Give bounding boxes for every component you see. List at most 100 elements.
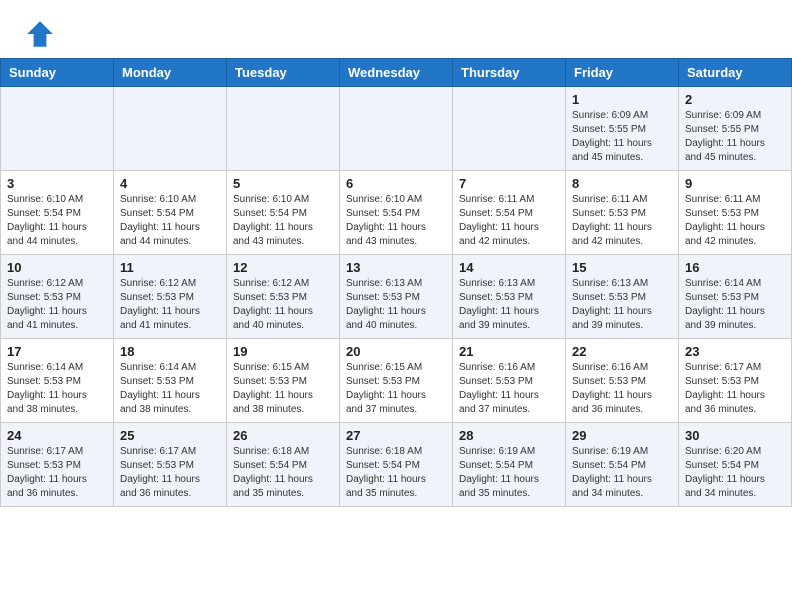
day-number: 9 <box>685 176 785 191</box>
day-number: 17 <box>7 344 107 359</box>
day-number: 14 <box>459 260 559 275</box>
page-header <box>0 0 792 58</box>
day-of-week-header: Tuesday <box>227 59 340 87</box>
day-number: 21 <box>459 344 559 359</box>
calendar-day-cell: 25 Sunrise: 6:17 AM Sunset: 5:53 PM Dayli… <box>114 423 227 507</box>
day-number: 1 <box>572 92 672 107</box>
day-info: Sunrise: 6:18 AM Sunset: 5:54 PM Dayligh… <box>346 445 446 501</box>
calendar-day-cell: 11 Sunrise: 6:12 AM Sunset: 5:53 PM Dayli… <box>114 255 227 339</box>
day-info: Sunrise: 6:19 AM Sunset: 5:54 PM Dayligh… <box>459 445 559 501</box>
day-of-week-header: Friday <box>566 59 679 87</box>
calendar-day-cell: 12Sunrise: 6:12 AM Sunset: 5:53 PM Dayli… <box>227 255 340 339</box>
calendar-day-cell: 16 Sunrise: 6:14 AM Sunset: 5:53 PM Dayli… <box>679 255 792 339</box>
calendar-day-cell <box>114 87 227 171</box>
calendar-day-cell: 7 Sunrise: 6:11 AM Sunset: 5:54 PM Daylig… <box>453 171 566 255</box>
day-info: Sunrise: 6:14 AM Sunset: 5:53 PM Dayligh… <box>120 361 220 417</box>
calendar-day-cell: 6 Sunrise: 6:10 AM Sunset: 5:54 PM Daylig… <box>340 171 453 255</box>
day-info: Sunrise: 6:15 AM Sunset: 5:53 PM Dayligh… <box>233 361 333 417</box>
day-of-week-header: Thursday <box>453 59 566 87</box>
day-number: 12 <box>233 260 333 275</box>
day-number: 20 <box>346 344 446 359</box>
day-info: Sunrise: 6:10 AM Sunset: 5:54 PM Dayligh… <box>346 193 446 249</box>
day-number: 16 <box>685 260 785 275</box>
calendar-week-row: 3 Sunrise: 6:10 AM Sunset: 5:54 PM Daylig… <box>1 171 792 255</box>
day-number: 13 <box>346 260 446 275</box>
calendar-week-row: 1 Sunrise: 6:09 AM Sunset: 5:55 PM Daylig… <box>1 87 792 171</box>
calendar-day-cell: 29 Sunrise: 6:19 AM Sunset: 5:54 PM Dayli… <box>566 423 679 507</box>
day-info: Sunrise: 6:11 AM Sunset: 5:54 PM Dayligh… <box>459 193 559 249</box>
calendar-day-cell: 23Sunrise: 6:17 AM Sunset: 5:53 PM Dayli… <box>679 339 792 423</box>
day-number: 15 <box>572 260 672 275</box>
calendar-day-cell: 21 Sunrise: 6:16 AM Sunset: 5:53 PM Dayli… <box>453 339 566 423</box>
day-info: Sunrise: 6:09 AM Sunset: 5:55 PM Dayligh… <box>685 109 785 165</box>
calendar-day-cell: 10Sunrise: 6:12 AM Sunset: 5:53 PM Dayli… <box>1 255 114 339</box>
day-info: Sunrise: 6:13 AM Sunset: 5:53 PM Dayligh… <box>346 277 446 333</box>
day-number: 29 <box>572 428 672 443</box>
day-info: Sunrise: 6:11 AM Sunset: 5:53 PM Dayligh… <box>572 193 672 249</box>
logo-icon <box>24 18 56 50</box>
day-number: 23 <box>685 344 785 359</box>
day-info: Sunrise: 6:20 AM Sunset: 5:54 PM Dayligh… <box>685 445 785 501</box>
day-number: 18 <box>120 344 220 359</box>
day-of-week-header: Saturday <box>679 59 792 87</box>
calendar-day-cell <box>340 87 453 171</box>
calendar-day-cell: 27 Sunrise: 6:18 AM Sunset: 5:54 PM Dayli… <box>340 423 453 507</box>
day-info: Sunrise: 6:18 AM Sunset: 5:54 PM Dayligh… <box>233 445 333 501</box>
day-number: 4 <box>120 176 220 191</box>
day-info: Sunrise: 6:14 AM Sunset: 5:53 PM Dayligh… <box>685 277 785 333</box>
day-number: 30 <box>685 428 785 443</box>
day-number: 2 <box>685 92 785 107</box>
day-info: Sunrise: 6:10 AM Sunset: 5:54 PM Dayligh… <box>120 193 220 249</box>
calendar-day-cell: 28 Sunrise: 6:19 AM Sunset: 5:54 PM Dayli… <box>453 423 566 507</box>
day-info: Sunrise: 6:16 AM Sunset: 5:53 PM Dayligh… <box>572 361 672 417</box>
day-info: Sunrise: 6:13 AM Sunset: 5:53 PM Dayligh… <box>459 277 559 333</box>
day-info: Sunrise: 6:13 AM Sunset: 5:53 PM Dayligh… <box>572 277 672 333</box>
calendar-day-cell: 30 Sunrise: 6:20 AM Sunset: 5:54 PM Dayli… <box>679 423 792 507</box>
calendar-day-cell: 17 Sunrise: 6:14 AM Sunset: 5:53 PM Dayli… <box>1 339 114 423</box>
day-info: Sunrise: 6:19 AM Sunset: 5:54 PM Dayligh… <box>572 445 672 501</box>
calendar-day-cell: 24Sunrise: 6:17 AM Sunset: 5:53 PM Dayli… <box>1 423 114 507</box>
day-number: 22 <box>572 344 672 359</box>
calendar-day-cell: 9Sunrise: 6:11 AM Sunset: 5:53 PM Daylig… <box>679 171 792 255</box>
day-number: 10 <box>7 260 107 275</box>
day-info: Sunrise: 6:09 AM Sunset: 5:55 PM Dayligh… <box>572 109 672 165</box>
day-info: Sunrise: 6:16 AM Sunset: 5:53 PM Dayligh… <box>459 361 559 417</box>
calendar-day-cell: 22 Sunrise: 6:16 AM Sunset: 5:53 PM Dayli… <box>566 339 679 423</box>
day-number: 8 <box>572 176 672 191</box>
calendar-day-cell <box>227 87 340 171</box>
day-info: Sunrise: 6:10 AM Sunset: 5:54 PM Dayligh… <box>233 193 333 249</box>
calendar-day-cell: 8 Sunrise: 6:11 AM Sunset: 5:53 PM Daylig… <box>566 171 679 255</box>
day-number: 24 <box>7 428 107 443</box>
day-number: 11 <box>120 260 220 275</box>
calendar-day-cell: 15 Sunrise: 6:13 AM Sunset: 5:53 PM Dayli… <box>566 255 679 339</box>
calendar-day-cell: 18 Sunrise: 6:14 AM Sunset: 5:53 PM Dayli… <box>114 339 227 423</box>
day-number: 27 <box>346 428 446 443</box>
calendar-day-cell: 3 Sunrise: 6:10 AM Sunset: 5:54 PM Daylig… <box>1 171 114 255</box>
day-info: Sunrise: 6:10 AM Sunset: 5:54 PM Dayligh… <box>7 193 107 249</box>
calendar-table: SundayMondayTuesdayWednesdayThursdayFrid… <box>0 58 792 507</box>
day-number: 6 <box>346 176 446 191</box>
calendar-day-cell <box>1 87 114 171</box>
calendar-header-row: SundayMondayTuesdayWednesdayThursdayFrid… <box>1 59 792 87</box>
day-info: Sunrise: 6:14 AM Sunset: 5:53 PM Dayligh… <box>7 361 107 417</box>
calendar-day-cell: 26 Sunrise: 6:18 AM Sunset: 5:54 PM Dayli… <box>227 423 340 507</box>
day-info: Sunrise: 6:12 AM Sunset: 5:53 PM Dayligh… <box>120 277 220 333</box>
calendar-week-row: 17 Sunrise: 6:14 AM Sunset: 5:53 PM Dayli… <box>1 339 792 423</box>
day-number: 19 <box>233 344 333 359</box>
day-number: 3 <box>7 176 107 191</box>
calendar-day-cell: 20Sunrise: 6:15 AM Sunset: 5:53 PM Dayli… <box>340 339 453 423</box>
day-number: 26 <box>233 428 333 443</box>
calendar-day-cell <box>453 87 566 171</box>
calendar-day-cell: 1 Sunrise: 6:09 AM Sunset: 5:55 PM Daylig… <box>566 87 679 171</box>
day-of-week-header: Wednesday <box>340 59 453 87</box>
day-of-week-header: Sunday <box>1 59 114 87</box>
day-number: 7 <box>459 176 559 191</box>
day-number: 28 <box>459 428 559 443</box>
calendar-day-cell: 13 Sunrise: 6:13 AM Sunset: 5:53 PM Dayli… <box>340 255 453 339</box>
calendar-day-cell: 4 Sunrise: 6:10 AM Sunset: 5:54 PM Daylig… <box>114 171 227 255</box>
logo <box>24 18 60 50</box>
day-info: Sunrise: 6:17 AM Sunset: 5:53 PM Dayligh… <box>120 445 220 501</box>
calendar-day-cell: 19 Sunrise: 6:15 AM Sunset: 5:53 PM Dayli… <box>227 339 340 423</box>
day-number: 25 <box>120 428 220 443</box>
day-of-week-header: Monday <box>114 59 227 87</box>
